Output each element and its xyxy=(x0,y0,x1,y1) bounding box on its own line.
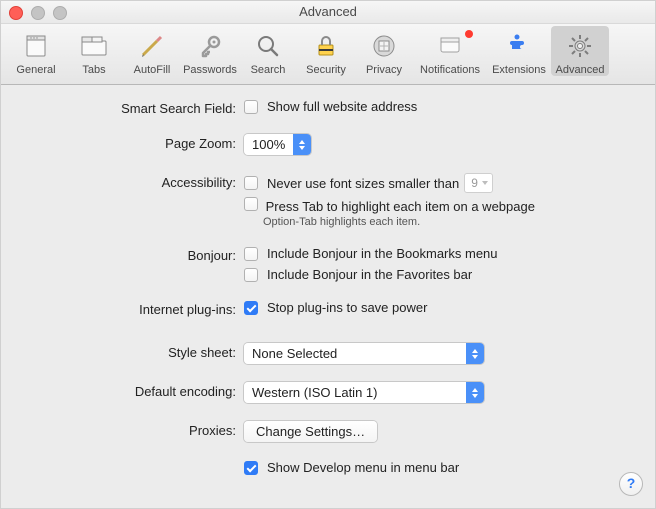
toolbar-label: Search xyxy=(239,64,297,76)
toolbar-label: General xyxy=(7,64,65,76)
show-develop-menu-label: Show Develop menu in menu bar xyxy=(267,460,459,475)
toolbar-item-advanced[interactable]: Advanced xyxy=(551,26,609,76)
minimize-window-button[interactable] xyxy=(31,6,45,20)
window-title: Advanced xyxy=(299,4,357,19)
show-full-url-checkbox[interactable] xyxy=(244,100,258,114)
toolbar-label: Privacy xyxy=(355,64,413,76)
chevron-down-icon xyxy=(482,181,488,185)
titlebar: Advanced xyxy=(1,1,655,24)
show-develop-menu-checkbox[interactable] xyxy=(244,461,258,475)
encoding-value: Western (ISO Latin 1) xyxy=(244,382,466,403)
press-tab-hint: Option-Tab highlights each item. xyxy=(263,216,637,228)
help-button[interactable]: ? xyxy=(619,472,643,496)
notification-badge xyxy=(465,30,473,38)
bonjour-favorites-label: Include Bonjour in the Favorites bar xyxy=(267,267,472,282)
label-smart-search: Smart Search Field: xyxy=(19,99,244,116)
toolbar-item-tabs[interactable]: Tabs xyxy=(65,26,123,76)
toolbar-item-passwords[interactable]: Passwords xyxy=(181,26,239,76)
notifications-icon xyxy=(434,30,466,62)
window-controls xyxy=(9,6,67,20)
toolbar-item-notifications[interactable]: Notifications xyxy=(413,26,487,76)
advanced-icon xyxy=(564,30,596,62)
page-zoom-select[interactable]: 100% xyxy=(244,134,311,155)
toolbar-label: Notifications xyxy=(413,64,487,76)
label-stylesheet: Style sheet: xyxy=(19,343,244,360)
toolbar-label: Advanced xyxy=(551,64,609,76)
bonjour-favorites-checkbox[interactable] xyxy=(244,268,258,282)
change-settings-label: Change Settings… xyxy=(256,424,365,439)
min-font-size-label: Never use font sizes smaller than xyxy=(267,176,459,191)
min-font-size-select[interactable]: 9 xyxy=(464,173,493,193)
toolbar-label: Passwords xyxy=(181,64,239,76)
general-icon xyxy=(20,30,52,62)
toolbar-item-security[interactable]: Security xyxy=(297,26,355,76)
stop-plugins-label: Stop plug-ins to save power xyxy=(267,300,427,315)
toolbar-label: Tabs xyxy=(65,64,123,76)
security-icon xyxy=(310,30,342,62)
toolbar-item-search[interactable]: Search xyxy=(239,26,297,76)
label-accessibility: Accessibility: xyxy=(19,173,244,190)
stylesheet-value: None Selected xyxy=(244,343,466,364)
stop-plugins-checkbox[interactable] xyxy=(244,301,258,315)
page-zoom-value: 100% xyxy=(244,134,293,155)
show-full-url-label: Show full website address xyxy=(267,99,417,114)
tabs-icon xyxy=(78,30,110,62)
select-caret-icon xyxy=(293,134,311,155)
toolbar-label: AutoFill xyxy=(123,64,181,76)
press-tab-checkbox[interactable] xyxy=(244,197,258,211)
bonjour-bookmarks-checkbox[interactable] xyxy=(244,247,258,261)
toolbar-label: Extensions xyxy=(487,64,551,76)
passwords-icon xyxy=(194,30,226,62)
label-page-zoom: Page Zoom: xyxy=(19,134,244,151)
toolbar-label: Security xyxy=(297,64,355,76)
toolbar-item-extensions[interactable]: Extensions xyxy=(487,26,551,76)
label-proxies: Proxies: xyxy=(19,421,244,438)
autofill-icon xyxy=(136,30,168,62)
toolbar-item-autofill[interactable]: AutoFill xyxy=(123,26,181,76)
encoding-select[interactable]: Western (ISO Latin 1) xyxy=(244,382,484,403)
preferences-toolbar: General Tabs AutoFill Passwords Search xyxy=(1,24,655,85)
search-icon xyxy=(252,30,284,62)
privacy-icon xyxy=(368,30,400,62)
close-window-button[interactable] xyxy=(9,6,23,20)
min-font-size-checkbox[interactable] xyxy=(244,176,258,190)
label-plugins: Internet plug-ins: xyxy=(19,300,244,317)
label-encoding: Default encoding: xyxy=(19,382,244,399)
min-font-size-value: 9 xyxy=(471,176,478,190)
select-caret-icon xyxy=(466,382,484,403)
change-settings-button[interactable]: Change Settings… xyxy=(244,421,377,442)
press-tab-label: Press Tab to highlight each item on a we… xyxy=(266,199,535,214)
bonjour-bookmarks-label: Include Bonjour in the Bookmarks menu xyxy=(267,246,498,261)
label-bonjour: Bonjour: xyxy=(19,246,244,263)
toolbar-item-general[interactable]: General xyxy=(7,26,65,76)
toolbar-item-privacy[interactable]: Privacy xyxy=(355,26,413,76)
zoom-window-button[interactable] xyxy=(53,6,67,20)
extensions-icon xyxy=(503,30,535,62)
select-caret-icon xyxy=(466,343,484,364)
preferences-window: Advanced General Tabs AutoFill Passwords xyxy=(0,0,656,509)
stylesheet-select[interactable]: None Selected xyxy=(244,343,484,364)
content-area: Smart Search Field: Show full website ad… xyxy=(1,85,655,489)
